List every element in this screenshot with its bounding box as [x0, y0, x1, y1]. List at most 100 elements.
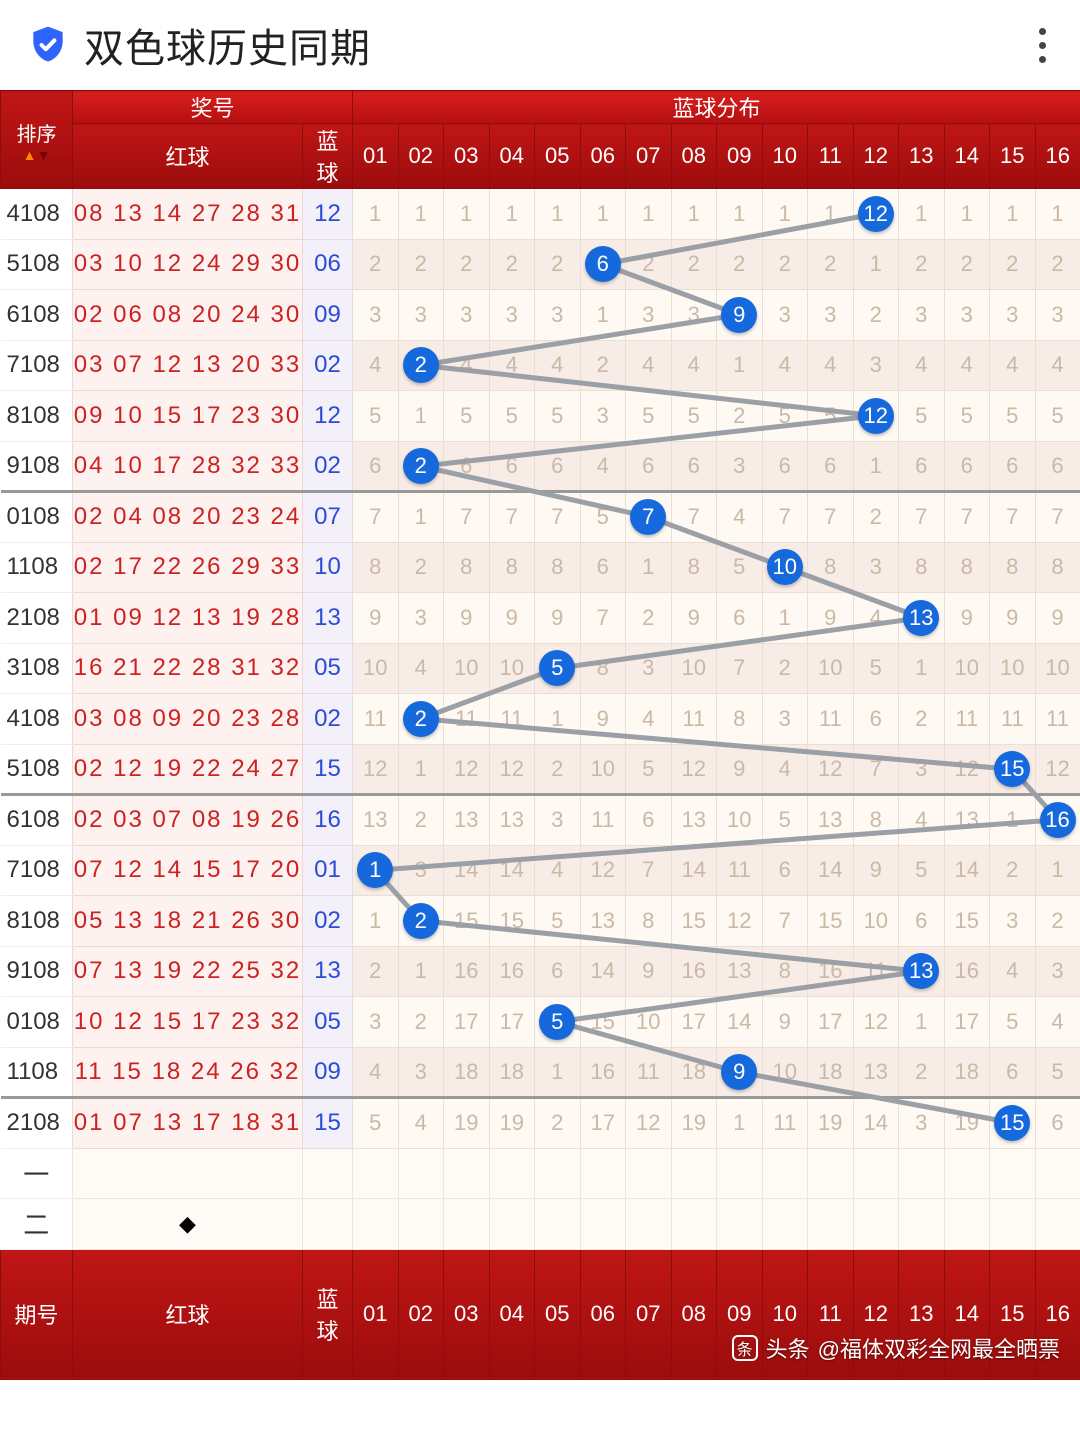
miss-cell: 3: [353, 290, 399, 341]
miss-cell: 1: [398, 744, 444, 795]
col-11: 11: [808, 124, 854, 189]
hit-cell: 12: [853, 189, 899, 240]
col-05: 05: [535, 124, 581, 189]
miss-cell: 4: [580, 441, 626, 492]
red-balls-cell: 02 12 19 22 24 27: [73, 744, 303, 795]
miss-cell: 14: [444, 845, 490, 896]
more-menu-button[interactable]: [1031, 20, 1054, 71]
period-cell: 7108: [1, 340, 73, 391]
miss-cell: 15: [444, 896, 490, 947]
period-cell: 1108: [1, 1047, 73, 1098]
miss-cell: 16: [808, 946, 854, 997]
miss-cell: 17: [808, 997, 854, 1048]
miss-cell: 4: [489, 340, 535, 391]
miss-cell: 2: [717, 391, 763, 442]
miss-cell: 4: [717, 492, 763, 543]
red-balls-cell: 11 15 18 24 26 32: [73, 1047, 303, 1098]
miss-cell: 1: [899, 189, 945, 240]
miss-cell: 9: [626, 946, 672, 997]
miss-cell: 5: [671, 391, 717, 442]
miss-cell: 6: [353, 441, 399, 492]
miss-cell: 1: [762, 593, 808, 644]
page-title: 双色球历史同期: [84, 16, 371, 74]
period-cell: 9108: [1, 441, 73, 492]
period-cell: 9108: [1, 946, 73, 997]
miss-cell: 12: [580, 845, 626, 896]
miss-cell: 3: [626, 290, 672, 341]
miss-cell: 2: [626, 239, 672, 290]
miss-cell: 3: [717, 441, 763, 492]
period-cell: 4108: [1, 694, 73, 745]
miss-cell: 10: [489, 643, 535, 694]
miss-cell: 10: [853, 896, 899, 947]
miss-cell: 1: [1035, 845, 1080, 896]
col-08: 08: [671, 124, 717, 189]
miss-cell: 9: [853, 845, 899, 896]
miss-cell: 11: [444, 694, 490, 745]
miss-cell: 4: [626, 694, 672, 745]
miss-cell: 4: [853, 593, 899, 644]
miss-cell: 5: [1035, 391, 1080, 442]
miss-cell: 14: [853, 1098, 899, 1149]
miss-cell: 17: [444, 997, 490, 1048]
miss-cell: 14: [489, 845, 535, 896]
miss-cell: 3: [899, 744, 945, 795]
miss-cell: 1: [535, 189, 581, 240]
period-cell: 0108: [1, 997, 73, 1048]
red-balls-cell: 08 13 14 27 28 31: [73, 189, 303, 240]
miss-cell: 2: [398, 239, 444, 290]
miss-cell: 7: [444, 492, 490, 543]
col-16: 16: [1035, 124, 1080, 189]
miss-cell: 3: [398, 290, 444, 341]
miss-cell: 8: [808, 542, 854, 593]
miss-cell: 2: [762, 643, 808, 694]
miss-cell: 16: [444, 946, 490, 997]
miss-cell: 7: [717, 643, 763, 694]
miss-cell: 10: [626, 997, 672, 1048]
miss-cell: 4: [944, 340, 990, 391]
miss-cell: 1: [717, 1098, 763, 1149]
miss-cell: 3: [808, 290, 854, 341]
miss-cell: 6: [535, 441, 581, 492]
miss-cell: 11: [762, 1098, 808, 1149]
miss-cell: 2: [444, 239, 490, 290]
blue-ball-cell: 15: [303, 744, 353, 795]
miss-cell: 3: [853, 340, 899, 391]
miss-cell: 11: [808, 694, 854, 745]
miss-cell: 12: [671, 744, 717, 795]
footer-blue: 蓝球: [303, 1249, 353, 1379]
miss-cell: 12: [626, 1098, 672, 1149]
miss-cell: 4: [535, 845, 581, 896]
miss-cell: 1: [717, 340, 763, 391]
miss-cell: 10: [353, 643, 399, 694]
miss-cell: 15: [489, 896, 535, 947]
blue-ball-cell: 05: [303, 997, 353, 1048]
miss-cell: 11: [853, 946, 899, 997]
miss-cell: 5: [353, 391, 399, 442]
miss-cell: 11: [944, 694, 990, 745]
red-balls-cell: 02 06 08 20 24 30: [73, 290, 303, 341]
hit-cell: 12: [853, 391, 899, 442]
miss-cell: 11: [717, 845, 763, 896]
miss-cell: 9: [762, 997, 808, 1048]
miss-cell: 14: [580, 946, 626, 997]
sort-header[interactable]: 排序▲▼: [1, 91, 73, 189]
miss-cell: 2: [626, 593, 672, 644]
col-14: 14: [944, 124, 990, 189]
miss-cell: 2: [671, 239, 717, 290]
miss-cell: 11: [489, 694, 535, 745]
miss-cell: 3: [353, 997, 399, 1048]
miss-cell: 9: [990, 593, 1036, 644]
period-cell: 2108: [1, 593, 73, 644]
miss-cell: 16: [671, 946, 717, 997]
col-01: 01: [353, 124, 399, 189]
miss-cell: 4: [899, 795, 945, 846]
miss-cell: 6: [1035, 441, 1080, 492]
miss-cell: 8: [353, 542, 399, 593]
miss-cell: 1: [398, 391, 444, 442]
miss-cell: 1: [762, 189, 808, 240]
miss-cell: 15: [808, 896, 854, 947]
miss-cell: 10: [990, 643, 1036, 694]
miss-cell: 1: [580, 290, 626, 341]
miss-cell: 3: [899, 1098, 945, 1149]
